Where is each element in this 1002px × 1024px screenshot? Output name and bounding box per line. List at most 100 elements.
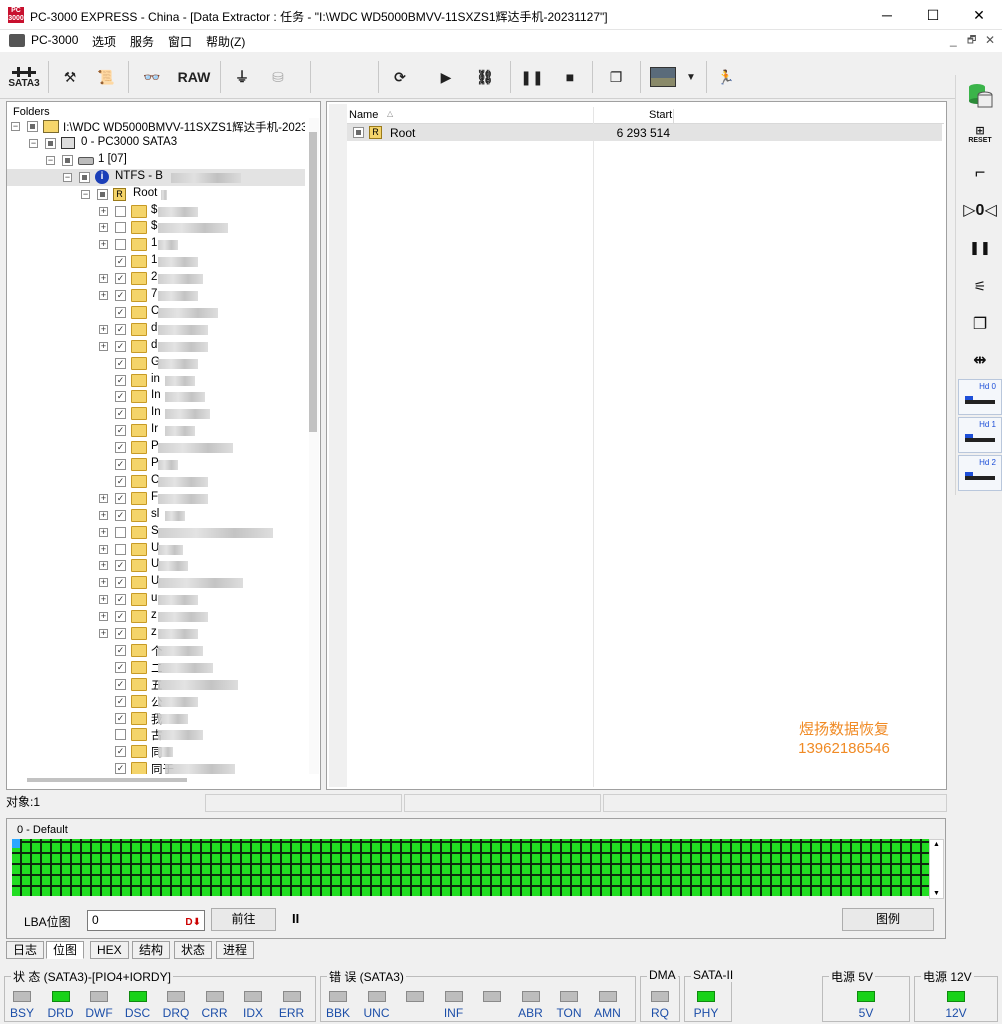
tree-scroll-thumb[interactable] xyxy=(309,132,317,432)
tab-2[interactable]: HEX xyxy=(90,941,129,959)
node-checkbox[interactable]: ✓ xyxy=(115,290,126,301)
collapse-icon[interactable]: − xyxy=(11,122,20,131)
tree-hscroll-thumb[interactable] xyxy=(27,778,187,782)
expand-icon[interactable]: + xyxy=(99,561,108,571)
expand-icon[interactable]: + xyxy=(99,595,108,605)
app-menu-icon[interactable] xyxy=(9,34,25,47)
node-checkbox[interactable]: ✓ xyxy=(115,256,126,268)
tree-node[interactable]: + ✓ U xyxy=(7,557,305,574)
node-checkbox[interactable]: ✓ xyxy=(115,273,126,285)
node-checkbox[interactable]: ✓ xyxy=(115,509,126,521)
node-checkbox[interactable]: ✓ xyxy=(115,644,126,656)
close-icon[interactable]: ✕ xyxy=(956,0,1002,30)
minimize-icon[interactable]: ─ xyxy=(864,0,910,30)
tree-node[interactable]: 古 xyxy=(7,726,305,743)
node-checkbox[interactable] xyxy=(115,543,126,555)
lba-dropdown-icon[interactable]: D⬇ xyxy=(185,913,201,932)
image-button[interactable] xyxy=(648,61,678,93)
scroll-up-icon[interactable]: ▲ xyxy=(933,841,940,848)
table-row[interactable]: R Root 6 293 514 xyxy=(347,124,942,141)
collapse-icon[interactable]: − xyxy=(29,138,38,148)
tree-node[interactable]: ✓ 个 xyxy=(7,642,305,659)
tree-node[interactable]: ✓ 公 xyxy=(7,693,305,710)
node-checkbox[interactable] xyxy=(115,729,126,741)
expand-icon[interactable]: + xyxy=(99,612,108,622)
tree-node[interactable]: + U xyxy=(7,541,305,558)
node-checkbox[interactable]: ✓ xyxy=(115,357,126,369)
node-checkbox[interactable]: ✓ xyxy=(115,323,126,335)
lba-bitmap[interactable] xyxy=(12,839,929,896)
column-start[interactable]: Start xyxy=(649,109,672,121)
tree-node[interactable]: ✓ P xyxy=(7,439,305,456)
menu-service[interactable]: 服务 xyxy=(130,33,154,50)
expand-icon[interactable]: + xyxy=(99,206,108,216)
db-button[interactable] xyxy=(960,79,1000,113)
collapse-icon[interactable]: − xyxy=(63,172,72,182)
node-checkbox[interactable] xyxy=(45,137,56,149)
node-checkbox[interactable]: ✓ xyxy=(115,611,126,623)
expand-icon[interactable]: + xyxy=(99,274,108,284)
tree-node[interactable]: + S xyxy=(7,524,305,541)
tree-node[interactable]: + ✓ d xyxy=(7,338,305,355)
copy-close-button[interactable]: ❐ xyxy=(960,307,1000,341)
tab-0[interactable]: 日志 xyxy=(6,941,45,959)
refresh-button[interactable]: ⟳ xyxy=(386,61,414,93)
node-checkbox[interactable]: ✓ xyxy=(115,442,126,454)
dropdown-button[interactable]: ▼ xyxy=(682,61,700,93)
tree-node[interactable]: ✓ in xyxy=(7,372,305,389)
tree-node[interactable]: + $ xyxy=(7,219,305,236)
tree-node[interactable]: + ✓ z xyxy=(7,625,305,642)
reset-button[interactable]: ⊞ RESET xyxy=(960,117,1000,151)
hd1-button[interactable]: Hd 1 xyxy=(958,417,1002,453)
expand-icon[interactable]: + xyxy=(99,578,108,588)
tree-node[interactable]: ✓ C xyxy=(7,304,305,321)
node-checkbox[interactable] xyxy=(115,222,126,234)
mdi-close-icon[interactable]: ✕ xyxy=(985,33,995,47)
pause-button[interactable]: ❚❚ xyxy=(518,61,546,93)
tree-node[interactable]: ✓ 二 xyxy=(7,659,305,676)
expand-icon[interactable]: + xyxy=(99,527,108,537)
collapse-icon[interactable]: − xyxy=(46,155,55,165)
node-checkbox[interactable]: ✓ xyxy=(115,492,126,504)
tree-node[interactable]: + ✓ F xyxy=(7,490,305,507)
node-checkbox[interactable] xyxy=(115,205,126,217)
tab-3[interactable]: 结构 xyxy=(132,941,171,959)
node-checkbox[interactable]: ✓ xyxy=(115,475,126,487)
node-checkbox[interactable]: ✓ xyxy=(115,560,126,572)
maximize-icon[interactable]: ☐ xyxy=(910,0,956,30)
node-checkbox[interactable]: ✓ xyxy=(115,340,126,352)
folder-tree[interactable]: − I:\WDC WD5000BMVV-11SXZS1辉达手机-2023 − 0 - … xyxy=(7,118,305,774)
menu-pc3000[interactable]: PC-3000 xyxy=(31,33,78,47)
node-checkbox[interactable]: ✓ xyxy=(115,695,126,707)
node-checkbox[interactable] xyxy=(115,526,126,538)
node-checkbox[interactable]: ✓ xyxy=(115,678,126,690)
run-button[interactable]: 🏃 xyxy=(712,61,740,93)
node-checkbox[interactable]: ✓ xyxy=(115,577,126,589)
mdi-minimize-icon[interactable]: _ xyxy=(950,33,957,47)
tab-5[interactable]: 进程 xyxy=(216,941,255,959)
bitmap-pause-button[interactable]: II xyxy=(292,911,299,926)
tree-node[interactable]: ✓ C xyxy=(7,473,305,490)
tools-button[interactable]: ⚒ xyxy=(56,61,84,93)
hd2-button[interactable]: Hd 2 xyxy=(958,455,1002,491)
right-pause-button[interactable]: ❚❚ xyxy=(960,231,1000,265)
tree-node[interactable]: − 0 - PC3000 SATA3 xyxy=(7,135,305,152)
sector-button[interactable]: ⏚ xyxy=(228,61,256,93)
tree-node[interactable]: ✓ 五 xyxy=(7,676,305,693)
expand-icon[interactable]: + xyxy=(99,341,108,351)
zero-button[interactable]: ▷0◁ xyxy=(960,193,1000,227)
bitmap-scrollbar[interactable]: ▲ ▼ xyxy=(929,839,944,899)
tree-node[interactable]: − i NTFS - B xyxy=(7,168,305,186)
tree-node[interactable]: ✓ 同于 xyxy=(7,760,305,774)
tab-4[interactable]: 状态 xyxy=(174,941,213,959)
search-button[interactable]: 👓 xyxy=(138,61,166,93)
expand-icon[interactable]: + xyxy=(99,493,108,503)
tree-node[interactable]: ✓ 我 xyxy=(7,710,305,727)
node-checkbox[interactable] xyxy=(62,154,73,166)
raw-button[interactable]: RAW xyxy=(174,61,214,93)
node-checkbox[interactable]: ✓ xyxy=(115,712,126,724)
expand-icon[interactable]: + xyxy=(99,629,108,638)
tree-node[interactable]: + ✓ 7 xyxy=(7,287,305,304)
node-checkbox[interactable]: ✓ xyxy=(115,594,126,606)
node-checkbox[interactable]: ✓ xyxy=(115,306,126,318)
